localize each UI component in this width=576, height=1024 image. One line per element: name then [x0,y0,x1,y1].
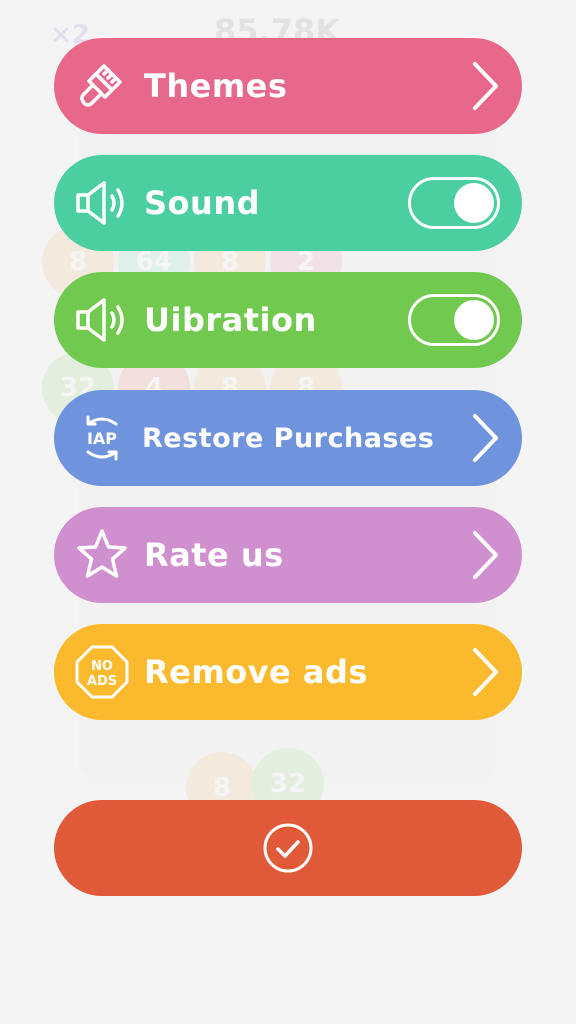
speaker-icon [74,175,130,231]
menu-item-label: Sound [144,184,260,222]
no-ads-icon-text-top: NO [91,659,113,674]
menu-item-restore-purchases[interactable]: IAP Restore Purchases [54,390,522,486]
menu-item-sound[interactable]: Sound [54,155,522,251]
no-ads-icon-text-bottom: ADS [87,674,117,689]
menu-item-label: Uibration [144,301,317,339]
menu-item-remove-ads[interactable]: NO ADS Remove ads [54,624,522,720]
no-ads-icon: NO ADS [74,644,130,700]
menu-item-label: Remove ads [144,653,368,691]
star-icon [74,527,130,583]
chevron-right-icon [473,62,498,110]
menu-item-label: Restore Purchases [142,422,435,454]
speaker-icon [74,292,130,348]
menu-item-label: Rate us [144,536,284,574]
toggle-knob [454,300,494,340]
chevron-right-icon [473,531,498,579]
menu-item-vibration[interactable]: Uibration [54,272,522,368]
menu-item-label: Themes [144,67,288,105]
chevron-right-icon [473,414,498,462]
sound-toggle[interactable] [408,177,500,229]
vibration-toggle[interactable] [408,294,500,346]
checkmark-icon [263,823,313,873]
confirm-button[interactable] [54,800,522,896]
toggle-knob [454,183,494,223]
chevron-right-icon [473,648,498,696]
iap-restore-icon: IAP [74,410,130,466]
iap-icon-text: IAP [87,429,117,448]
paintbrush-icon [74,58,130,114]
menu-item-rate-us[interactable]: Rate us [54,507,522,603]
menu-item-themes[interactable]: Themes [54,38,522,134]
